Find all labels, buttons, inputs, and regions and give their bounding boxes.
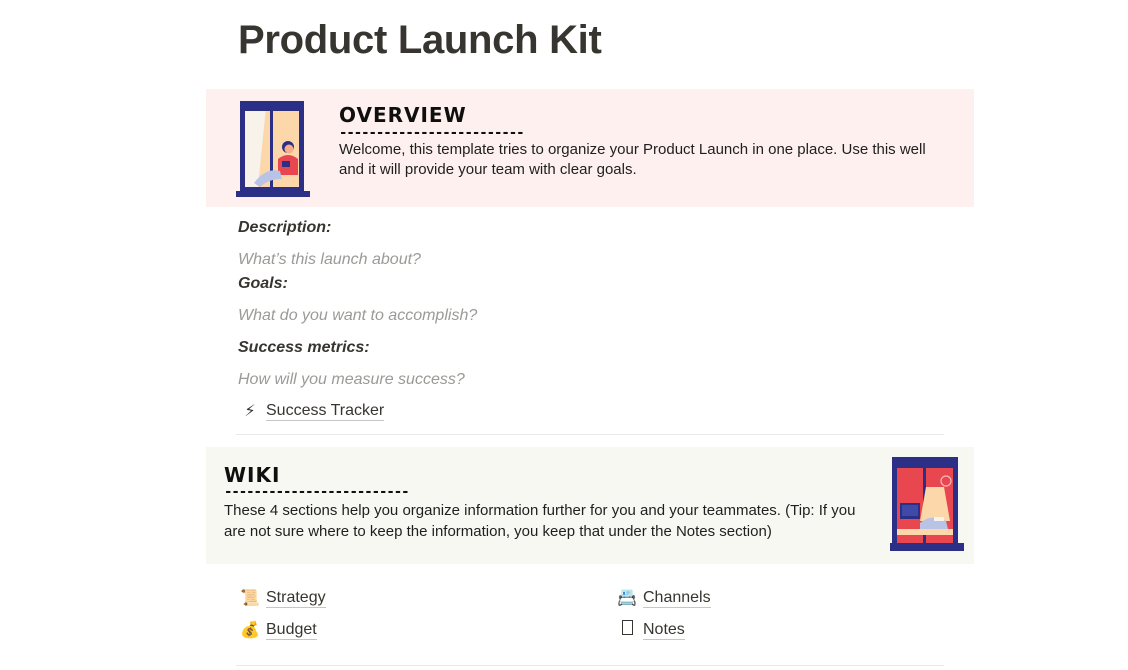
success-tracker-label: Success Tracker xyxy=(266,401,385,421)
success-metrics-label: Success metrics: xyxy=(238,339,370,356)
overview-callout: OVERVIEW ------------------------- Welco… xyxy=(206,89,974,207)
strategy-label: Strategy xyxy=(266,588,326,608)
divider xyxy=(236,665,944,666)
overview-description: Welcome, this template tries to organize… xyxy=(339,141,926,178)
divider xyxy=(236,434,944,435)
wiki-description: These 4 sections help you organize infor… xyxy=(224,502,856,540)
description-input[interactable]: What’s this launch about? xyxy=(238,251,421,269)
success-tracker-link[interactable]: ⚡ Success Tracker xyxy=(240,401,385,421)
wiki-heading-underline: ------------------------- xyxy=(224,484,410,500)
budget-label: Budget xyxy=(266,620,317,640)
overview-heading-underline: ------------------------- xyxy=(339,125,525,141)
money-bag-icon: 💰 xyxy=(240,622,260,639)
channels-label: Channels xyxy=(643,588,711,608)
card-index-icon: 📇 xyxy=(617,590,637,607)
scroll-icon: 📜 xyxy=(240,590,260,607)
notes-icon xyxy=(617,620,637,640)
desk-at-window-illustration xyxy=(890,457,964,551)
overview-heading: OVERVIEW xyxy=(339,103,467,127)
page-title: Product Launch Kit xyxy=(238,18,602,62)
strategy-link[interactable]: 📜 Strategy xyxy=(240,588,326,608)
notes-link[interactable]: Notes xyxy=(617,620,685,640)
lightning-icon: ⚡ xyxy=(244,403,256,420)
channels-link[interactable]: 📇 Channels xyxy=(617,588,711,608)
success-metrics-input[interactable]: How will you measure success? xyxy=(238,371,465,389)
budget-link[interactable]: 💰 Budget xyxy=(240,620,317,640)
description-label: Description: xyxy=(238,219,332,236)
wiki-callout: WIKI ------------------------- These 4 s… xyxy=(206,447,974,564)
goals-input[interactable]: What do you want to accomplish? xyxy=(238,307,477,325)
notes-label: Notes xyxy=(643,620,685,640)
person-at-window-illustration xyxy=(236,101,310,197)
goals-label: Goals: xyxy=(238,275,288,292)
